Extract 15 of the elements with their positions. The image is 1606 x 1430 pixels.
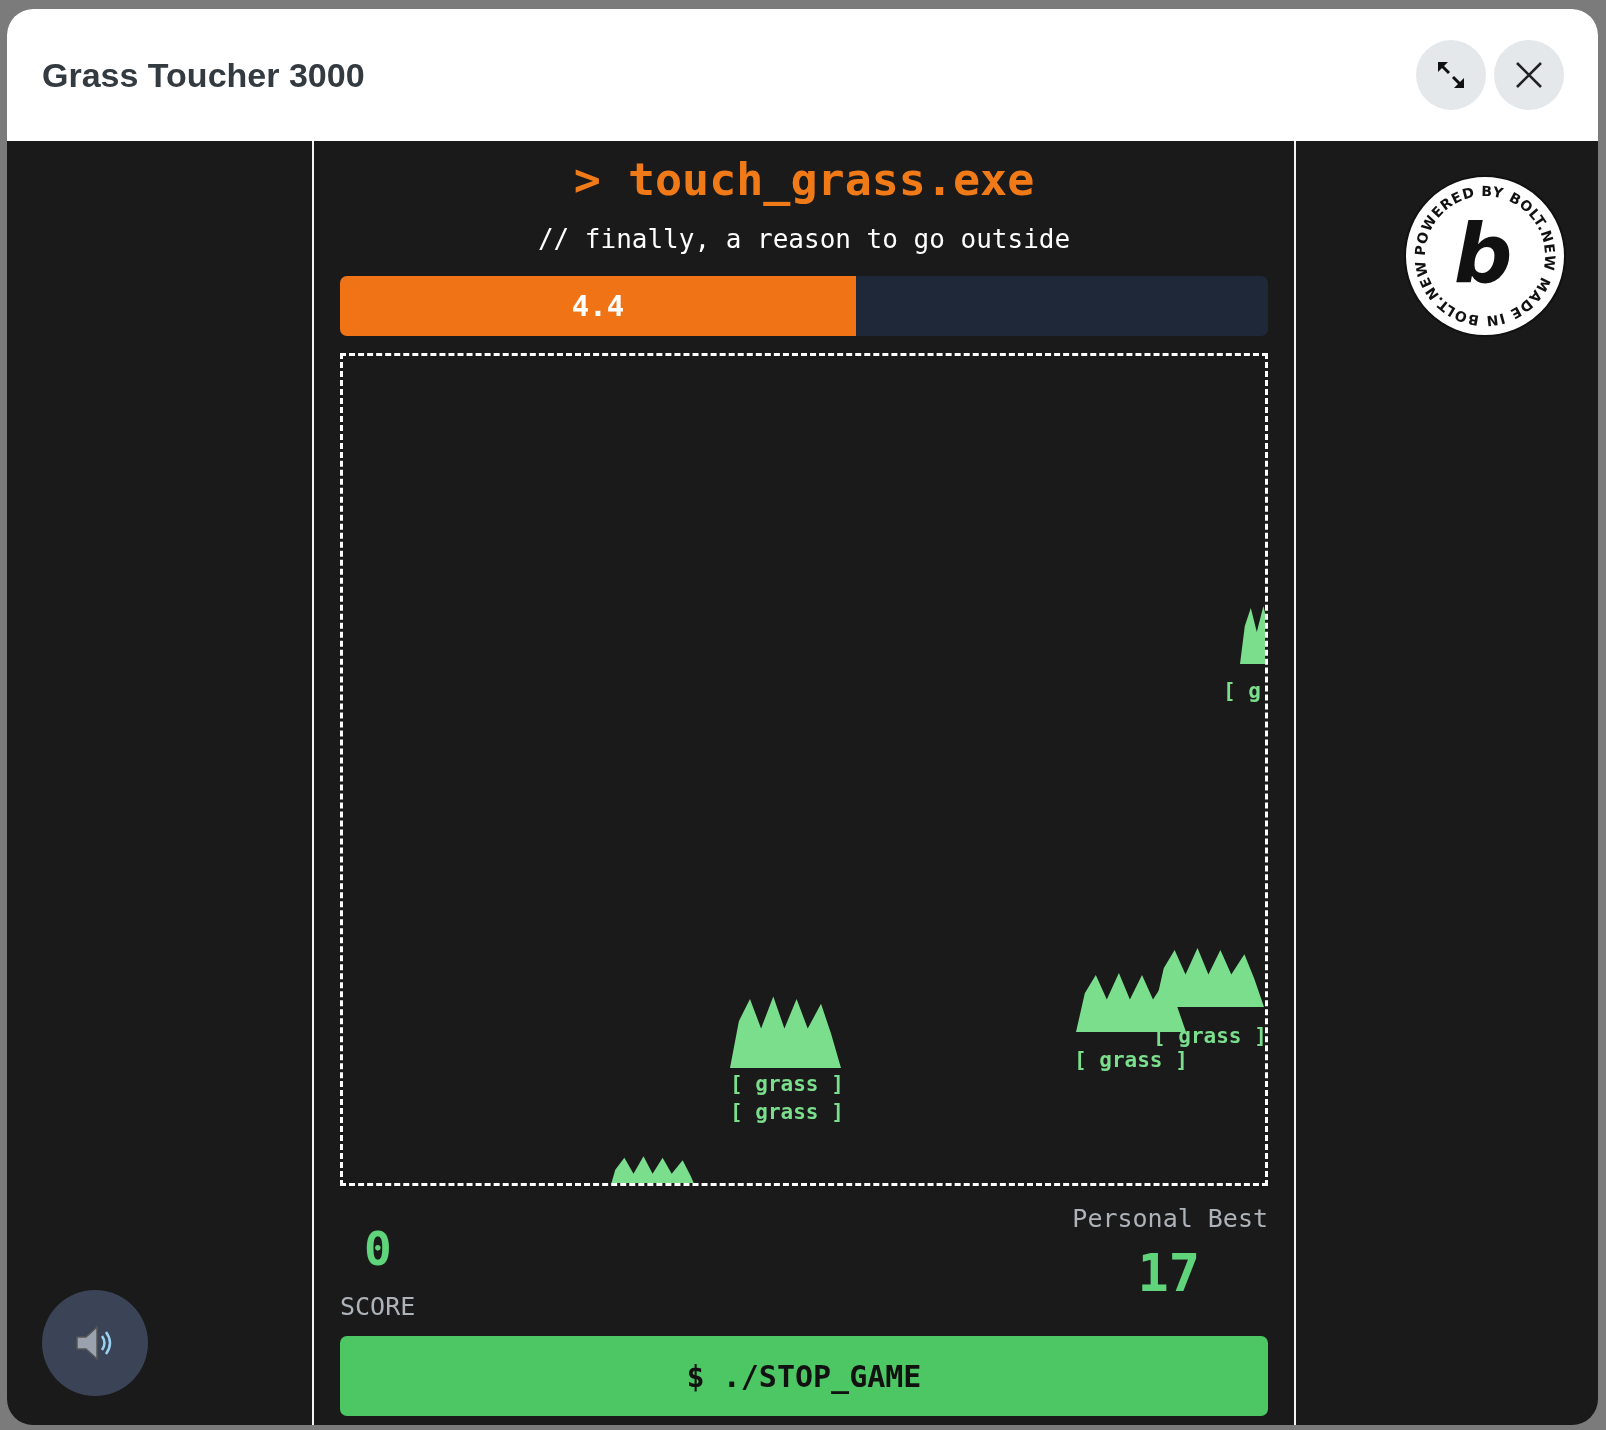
timer-reading: 4.4 xyxy=(571,289,625,323)
grass-label[interactable]: [ g xyxy=(1223,679,1261,703)
grass-label[interactable]: [ grass ] xyxy=(730,1100,844,1124)
grass-label[interactable]: [ grass ] xyxy=(1074,1048,1188,1072)
stop-game-button[interactable]: $ ./STOP_GAME xyxy=(340,1336,1268,1416)
personal-best-value: 17 xyxy=(1137,1243,1200,1303)
expand-icon xyxy=(1436,60,1466,90)
close-icon xyxy=(1514,60,1544,90)
personal-best-label: Personal Best xyxy=(1072,1204,1268,1233)
score-value: 0 xyxy=(363,1226,393,1272)
window-title: Grass Toucher 3000 xyxy=(42,55,366,95)
game-title: > touch_grass.exe xyxy=(572,153,1036,206)
game-subtitle: // finally, a reason to go outside xyxy=(536,224,1072,254)
score-label: SCORE xyxy=(340,1292,416,1321)
grass-label[interactable]: [ grass ] xyxy=(730,1072,844,1096)
